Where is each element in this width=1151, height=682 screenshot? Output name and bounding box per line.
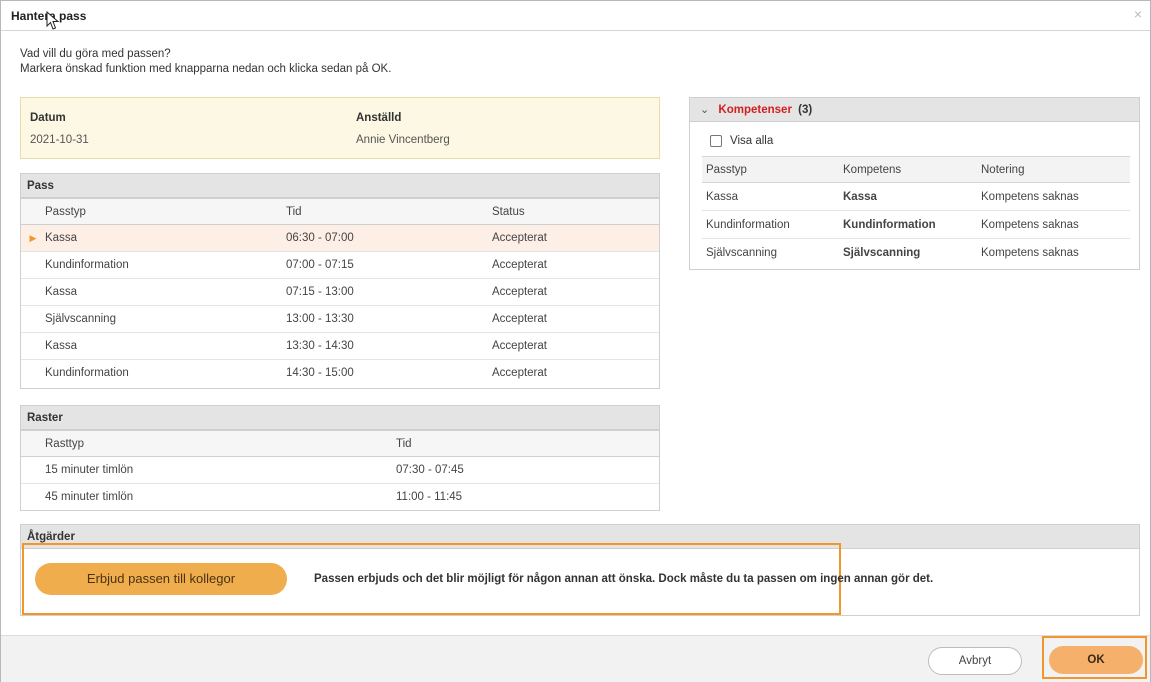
- competences-table: Passtyp Kompetens Notering Kassa Kassa K…: [702, 156, 1130, 267]
- competences-panel: ⌄ Kompetenser (3) Visa alla Passtyp Komp…: [689, 97, 1140, 270]
- chevron-down-icon[interactable]: ⌄: [700, 104, 709, 116]
- dialog-titlebar: Hantera pass ×: [1, 1, 1150, 31]
- column-header[interactable]: Tid: [396, 430, 659, 457]
- table-row[interactable]: Kundinformation 07:00 - 07:15 Accepterat: [21, 251, 659, 279]
- table-row[interactable]: Kassa Kassa Kompetens saknas: [702, 182, 1130, 211]
- cancel-button[interactable]: Avbryt: [928, 647, 1022, 675]
- mouse-cursor-icon: [46, 11, 60, 30]
- intro-text: Vad vill du göra med passen? Markera öns…: [20, 47, 391, 77]
- shift-info-box: Datum 2021-10-31 Anställd Annie Vincentb…: [20, 97, 660, 159]
- column-header[interactable]: Passtyp: [45, 198, 286, 225]
- date-value: 2021-10-31: [30, 134, 89, 146]
- shifts-table-header: Passtyp Tid Status: [21, 198, 659, 225]
- breaks-table: Rasttyp Tid 15 minuter timlön 07:30 - 07…: [21, 430, 659, 511]
- ok-button[interactable]: OK: [1049, 646, 1143, 674]
- competences-count: (3): [798, 104, 813, 116]
- shifts-table: Passtyp Tid Status ▶ Kassa 06:30 - 07:00…: [21, 198, 659, 387]
- table-row[interactable]: ▶ Kassa 06:30 - 07:00 Accepterat: [21, 224, 659, 252]
- close-icon[interactable]: ×: [1134, 6, 1142, 22]
- table-row[interactable]: Kundinformation Kundinformation Kompeten…: [702, 210, 1130, 239]
- offer-to-colleagues-button[interactable]: Erbjud passen till kollegor: [35, 563, 287, 595]
- table-row[interactable]: 45 minuter timlön 11:00 - 11:45: [21, 484, 659, 511]
- date-label: Datum: [30, 112, 66, 124]
- manage-shifts-dialog: Hantera pass × Vad vill du göra med pass…: [0, 0, 1151, 682]
- intro-question: Vad vill du göra med passen?: [20, 48, 171, 60]
- table-row[interactable]: Kassa 13:30 - 14:30 Accepterat: [21, 332, 659, 360]
- table-row[interactable]: Kassa 07:15 - 13:00 Accepterat: [21, 278, 659, 306]
- table-row[interactable]: Självscanning 13:00 - 13:30 Accepterat: [21, 305, 659, 333]
- column-header[interactable]: Notering: [977, 156, 1130, 183]
- employee-value: Annie Vincentberg: [356, 134, 450, 146]
- competences-title: Kompetenser: [718, 104, 792, 116]
- breaks-panel-title: Raster: [21, 406, 659, 430]
- intro-instruction: Markera önskad funktion med knapparna ne…: [20, 63, 392, 75]
- offer-description: Passen erbjuds och det blir möjligt för …: [314, 573, 934, 585]
- breaks-panel: Raster Rasttyp Tid 15 minuter timlön 07:…: [20, 405, 660, 511]
- show-all-label: Visa alla: [730, 135, 774, 147]
- competences-panel-header[interactable]: ⌄ Kompetenser (3): [690, 98, 1139, 122]
- selected-row-arrow-icon: ▶: [21, 224, 45, 252]
- show-all-checkbox[interactable]: [710, 135, 722, 147]
- column-header[interactable]: Status: [492, 198, 659, 225]
- column-header[interactable]: Rasttyp: [45, 430, 396, 457]
- table-row[interactable]: 15 minuter timlön 07:30 - 07:45: [21, 456, 659, 484]
- column-header[interactable]: Tid: [286, 198, 492, 225]
- column-header[interactable]: Passtyp: [702, 156, 839, 183]
- column-header[interactable]: Kompetens: [839, 156, 977, 183]
- show-all-checkbox-row[interactable]: Visa alla: [710, 135, 773, 147]
- shifts-panel: Pass Passtyp Tid Status ▶ Kassa 06:30 - …: [20, 173, 660, 389]
- shifts-panel-title: Pass: [21, 174, 659, 198]
- table-row[interactable]: Självscanning Självscanning Kompetens sa…: [702, 239, 1130, 267]
- competences-table-header: Passtyp Kompetens Notering: [702, 156, 1130, 183]
- employee-label: Anställd: [356, 112, 402, 124]
- table-row[interactable]: Kundinformation 14:30 - 15:00 Accepterat: [21, 360, 659, 387]
- breaks-table-header: Rasttyp Tid: [21, 430, 659, 457]
